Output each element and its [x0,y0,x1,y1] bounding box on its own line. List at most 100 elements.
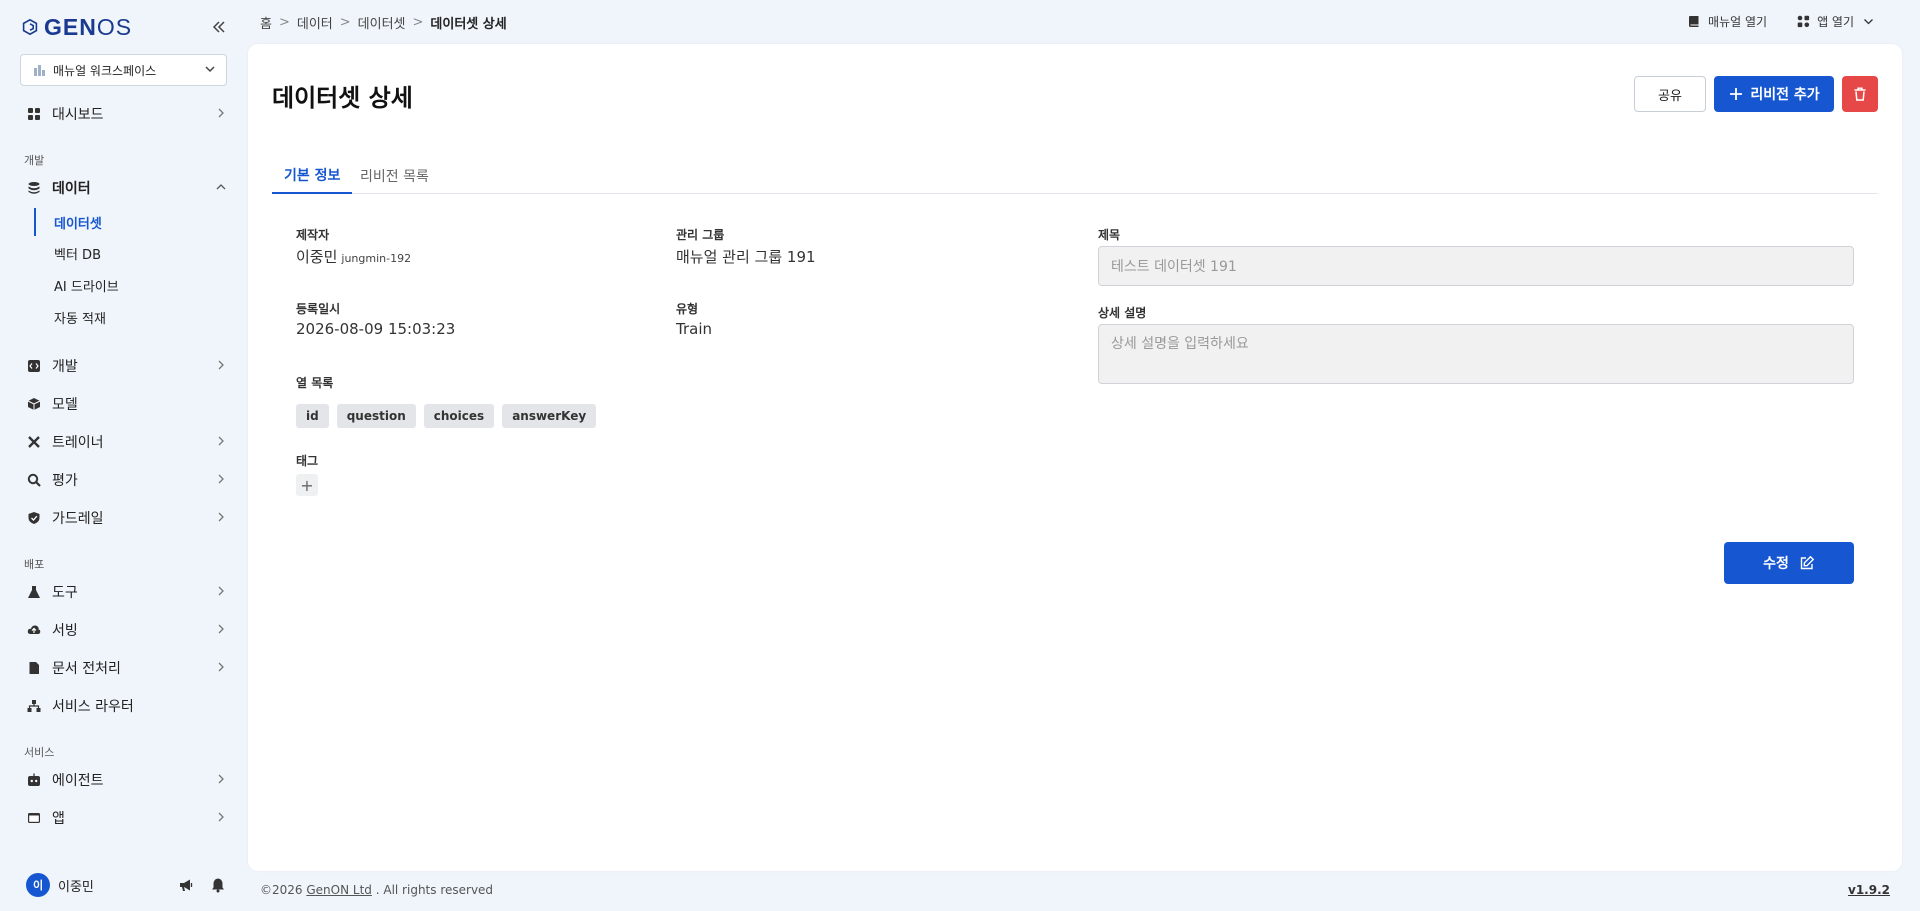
chevron-up-icon [216,180,226,196]
breadcrumb-current: 데이터셋 상세 [430,17,507,32]
chevron-right-icon [216,358,226,374]
sidebar: GENOS 매뉴얼 워크스페이스 대시보드 개발 데이터 데이터셋 벡터 DB … [0,0,246,911]
main-card: 데이터셋 상세 공유 리비전 추가 기본 정보 리비전 목록 제작자 이중민 ju… [248,44,1902,871]
section-label-service: 서비스 [24,746,55,759]
tab-revision-list[interactable]: 리비전 목록 [348,158,441,194]
sidebar-item-dev[interactable]: 개발 [26,354,226,378]
user-icons [178,877,226,893]
section-label-deploy: 배포 [24,558,45,571]
code-icon [26,358,42,374]
breadcrumb-dataset[interactable]: 데이터셋 [358,13,406,32]
sidebar-item-guardrail[interactable]: 가드레일 [26,506,226,530]
database-icon [26,180,42,196]
edit-label: 수정 [1763,556,1789,572]
sidebar-item-tools[interactable]: 도구 [26,580,226,604]
tools-icon [26,434,42,450]
breadcrumb-home[interactable]: 홈 [260,13,272,32]
top-actions: 매뉴얼 열기 앱 열기 [1686,13,1876,30]
add-tag-button[interactable]: + [296,474,318,496]
chevron-right-icon [216,510,226,526]
open-app-button[interactable]: 앱 열기 [1795,13,1876,30]
sidebar-item-doc-preprocess[interactable]: 문서 전처리 [26,656,226,680]
footer: ©2026 GenON Ltd . All rights reserved [260,883,493,897]
sidebar-item-model[interactable]: 모델 [26,392,226,416]
sidebar-item-dashboard[interactable]: 대시보드 [26,102,226,126]
add-revision-button[interactable]: 리비전 추가 [1714,76,1834,112]
sidebar-item-agent[interactable]: 에이전트 [26,768,226,792]
sidebar-subitem-auto-load[interactable]: 자동 적재 [54,306,106,328]
chevron-right-icon [216,660,226,676]
flask-icon [26,584,42,600]
shield-icon [26,510,42,526]
breadcrumb-separator-icon: > [412,15,424,30]
sidebar-item-eval[interactable]: 평가 [26,468,226,492]
type-value: Train [676,320,712,338]
column-chip: answerKey [502,404,597,428]
description-label: 상세 설명 [1098,306,1147,320]
user-row: 이 이중민 [26,872,226,898]
edit-icon [1799,555,1815,571]
sidebar-item-app[interactable]: 앱 [26,806,226,830]
dashboard-icon [26,106,42,122]
sidebar-subitem-ai-drive[interactable]: AI 드라이브 [54,274,119,296]
chevron-right-icon [216,434,226,450]
sidebar-item-label: 서비스 라우터 [52,699,134,715]
add-revision-label: 리비전 추가 [1750,87,1820,103]
plus-icon [1728,86,1744,102]
description-textarea[interactable]: 상세 설명을 입력하세요 [1098,324,1854,384]
chevron-down-icon [204,63,216,78]
column-chip: question [336,404,416,428]
creator-id: jungmin-192 [341,252,412,265]
logo-text: GENOS [44,13,133,40]
document-icon [26,660,42,676]
share-button[interactable]: 공유 [1634,76,1706,112]
trash-icon [1852,86,1868,102]
sidebar-subitem-dataset[interactable]: 데이터셋 [54,211,102,233]
sidebar-item-label: 평가 [52,473,78,489]
chevron-right-icon [216,772,226,788]
delete-button[interactable] [1842,76,1878,112]
genos-logo-icon [22,18,38,36]
active-indicator [34,208,36,236]
bell-icon[interactable] [210,877,226,893]
column-chip: id [296,404,329,428]
chevron-right-icon [216,472,226,488]
footer-company-link[interactable]: GenON Ltd [306,883,372,897]
robot-icon [26,772,42,788]
open-manual-button[interactable]: 매뉴얼 열기 [1686,13,1767,30]
title-input[interactable]: 테스트 데이터셋 191 [1098,246,1854,286]
sidebar-item-label: 앱 [52,811,65,827]
logo[interactable]: GENOS [22,14,132,41]
sidebar-item-data[interactable]: 데이터 [26,176,226,200]
creator-value: 이중민 jungmin-192 [296,246,411,267]
section-label-dev: 개발 [24,154,45,167]
edit-button[interactable]: 수정 [1724,542,1854,584]
creator-label: 제작자 [296,228,330,242]
sidebar-item-trainer[interactable]: 트레이너 [26,430,226,454]
sidebar-item-serving[interactable]: 서빙 [26,618,226,642]
sidebar-item-label: 가드레일 [52,511,104,527]
footer-rights: . All rights reserved [375,883,494,897]
workspace-name: 매뉴얼 워크스페이스 [53,63,157,78]
tags-label: 태그 [296,454,319,468]
sidebar-item-service-router[interactable]: 서비스 라우터 [26,694,226,718]
megaphone-icon[interactable] [178,877,194,893]
sidebar-item-label: 개발 [52,359,78,375]
version-link[interactable]: v1.9.2 [1848,883,1890,897]
network-icon [26,698,42,714]
type-label: 유형 [676,302,699,316]
sidebar-subitem-vector-db[interactable]: 벡터 DB [54,242,101,264]
footer-copyright: ©2026 [260,883,303,897]
avatar[interactable]: 이 [26,873,50,897]
apps-icon [1795,14,1811,30]
tab-bar: 기본 정보 리비전 목록 [272,158,1878,194]
breadcrumb-data[interactable]: 데이터 [297,13,333,32]
tab-basic-info[interactable]: 기본 정보 [272,158,353,194]
columns-label: 열 목록 [296,376,334,390]
user-name: 이중민 [58,879,94,895]
sidebar-item-label: 데이터 [52,181,91,197]
page-title: 데이터셋 상세 [272,84,413,112]
collapse-sidebar-icon[interactable] [208,16,230,38]
chevron-right-icon [216,106,226,122]
workspace-select[interactable]: 매뉴얼 워크스페이스 [20,54,227,86]
